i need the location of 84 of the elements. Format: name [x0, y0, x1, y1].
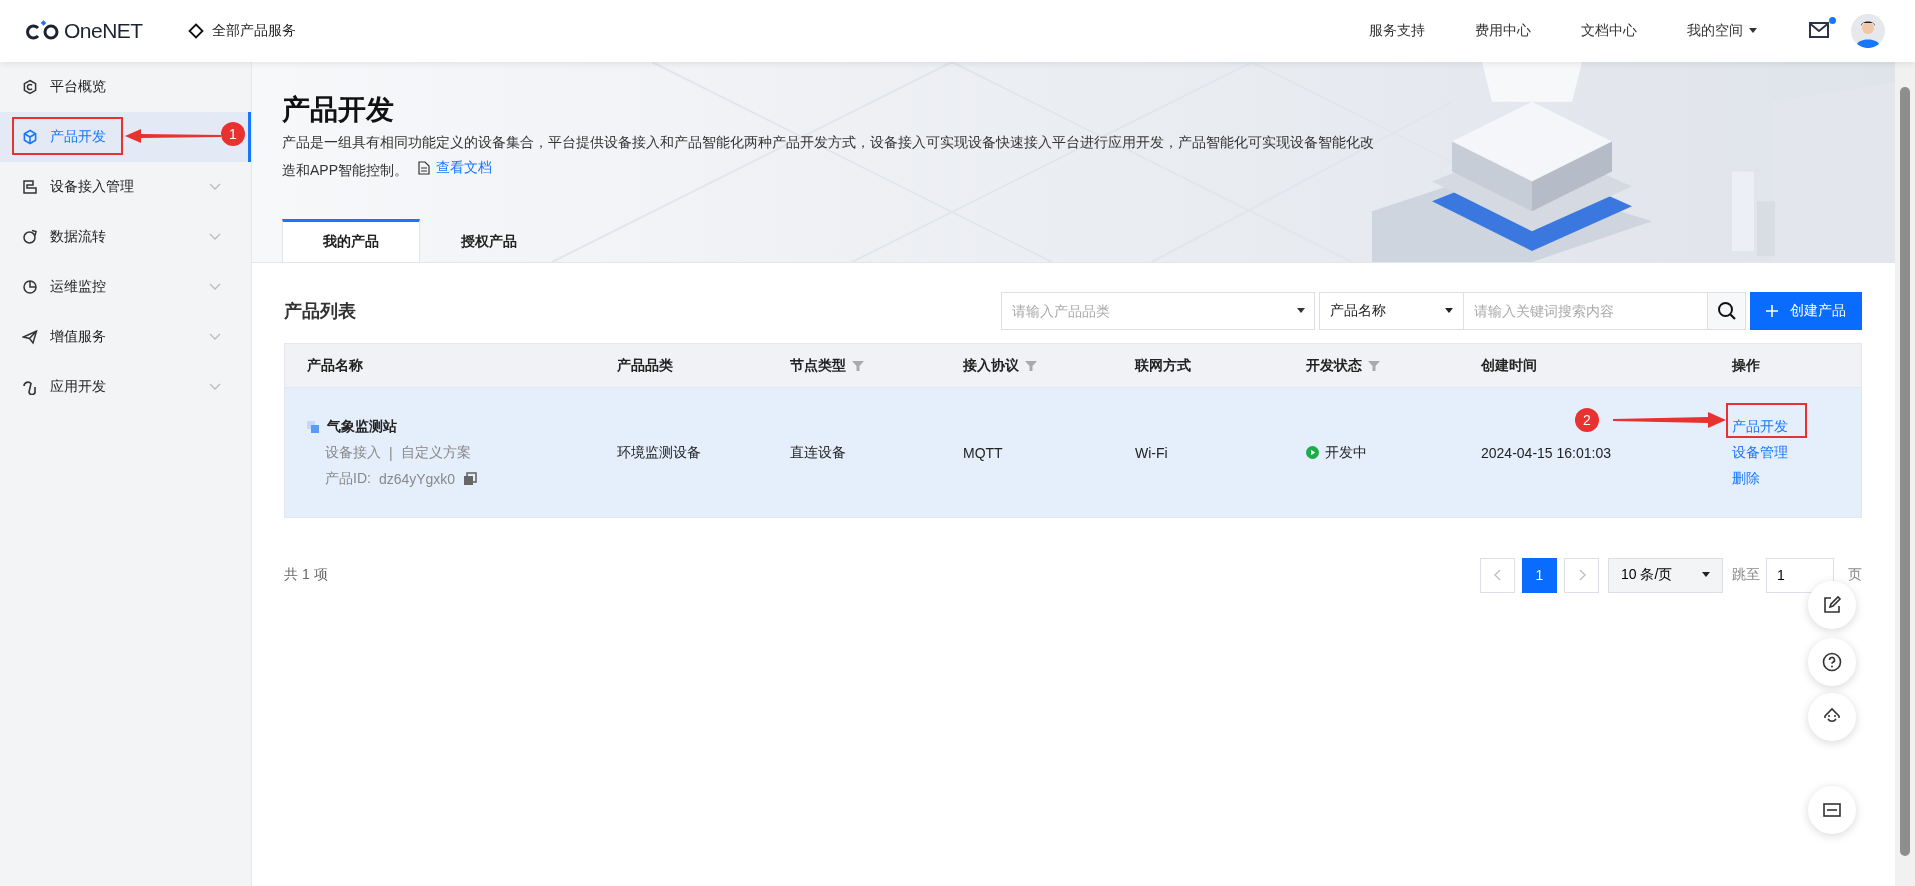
caret-icon — [1702, 572, 1710, 578]
category-field[interactable]: 请输入产品品类 — [1001, 292, 1315, 330]
product-id-label: 产品ID: — [325, 469, 371, 488]
product-icon — [307, 420, 319, 433]
column-header: 创建时间 — [1481, 356, 1537, 375]
cube-icon — [22, 129, 38, 145]
search-icon — [1716, 301, 1737, 321]
table-cell-text: Wi-Fi — [1135, 444, 1169, 461]
all-services-link[interactable]: 全部产品服务 — [211, 22, 296, 40]
table-cell-text: MQTT — [963, 444, 1004, 461]
nav-link[interactable]: 文档中心 — [1581, 22, 1637, 40]
page-label: 页 — [1848, 566, 1862, 584]
avatar[interactable] — [1851, 14, 1885, 48]
table-cell: 自定义方案 — [400, 443, 471, 462]
paper-plane-icon — [22, 329, 38, 345]
column-header: 节点类型 — [790, 356, 846, 375]
curve-icon — [22, 379, 38, 395]
logo-icon — [25, 20, 61, 42]
collapse-button[interactable] — [1808, 786, 1856, 834]
tab[interactable]: 我的产品 — [282, 219, 420, 262]
column-header: 开发状态 — [1306, 356, 1362, 375]
sidebar-item[interactable]: 平台概览 — [0, 62, 251, 112]
view-docs-link[interactable]: 查看文档 — [436, 155, 492, 180]
search-field[interactable]: 请输入关键词搜索内容 — [1464, 292, 1708, 330]
table-cell-text: 2024-04-15 16:01:03 — [1481, 444, 1612, 461]
table-cell-text: 环境监测设备 — [617, 443, 702, 462]
copy-icon[interactable] — [463, 471, 478, 486]
page-jump-field[interactable]: 1 — [1766, 557, 1834, 593]
sidebar-item[interactable]: 运维监控 — [0, 262, 251, 312]
edit-icon — [1822, 595, 1842, 615]
column-header: 联网方式 — [1135, 356, 1191, 375]
chevron-right-icon — [1577, 569, 1586, 581]
assistant-button[interactable] — [1808, 693, 1856, 741]
play-status-icon — [1306, 446, 1319, 459]
table-cell: 设备接入 — [325, 443, 381, 462]
total-count: 共 1 项 — [284, 566, 329, 584]
scrollbar-thumb[interactable] — [1900, 87, 1910, 856]
diamond-icon[interactable] — [187, 23, 204, 39]
scrollbar-track[interactable] — [1895, 62, 1915, 886]
nav-link[interactable]: 服务支持 — [1369, 22, 1425, 40]
feedback-button[interactable] — [1808, 581, 1856, 629]
caret-icon[interactable] — [1749, 28, 1757, 34]
sidebar-item[interactable]: 增值服务 — [0, 312, 251, 362]
table-cell-text: 直连设备 — [790, 443, 847, 462]
separator: | — [389, 444, 393, 461]
page-description: 产品是一组具有相同功能定义的设备集合，平台提供设备接入和产品智能化两种产品开发方式，设备接入可实现设备快速接入平台进行应用开发，产品智能化可实现设备智能化改造和APP智能控制。 查看文档 — [282, 133, 1375, 182]
column-header: 产品品类 — [617, 356, 673, 375]
pie-chart-icon — [22, 279, 38, 295]
search-button[interactable] — [1708, 292, 1746, 330]
sidebar-item[interactable]: 设备接入管理 — [0, 162, 251, 212]
mail-icon[interactable] — [1809, 22, 1829, 38]
action-link[interactable]: 设备管理 — [1732, 443, 1788, 462]
column-header: 产品名称 — [307, 356, 363, 375]
help-button[interactable] — [1808, 638, 1856, 686]
product-id: dz64yYgxk0 — [378, 470, 456, 487]
page-title: 产品开发 — [282, 93, 395, 127]
device-icon — [22, 179, 38, 195]
document-icon — [418, 160, 430, 175]
cycle-icon — [22, 229, 38, 245]
chevron-left-icon — [1493, 569, 1502, 581]
sidebar-item[interactable]: 数据流转 — [0, 212, 251, 262]
product-name[interactable]: 气象监测站 — [327, 417, 397, 436]
caret-icon — [1445, 308, 1453, 314]
column-header: 操作 — [1732, 356, 1760, 375]
minus-box-icon — [1822, 800, 1842, 820]
section-title: 产品列表 — [284, 300, 357, 323]
caret-icon[interactable] — [1297, 308, 1305, 314]
tab[interactable]: 授权产品 — [420, 219, 558, 262]
plus-icon — [1766, 305, 1778, 317]
nav-link[interactable]: 费用中心 — [1475, 22, 1531, 40]
sidebar-item[interactable]: 应用开发 — [0, 362, 251, 412]
jump-label: 跳至 — [1732, 566, 1760, 584]
action-link[interactable]: 删除 — [1732, 469, 1760, 488]
column-header: 接入协议 — [963, 356, 1019, 375]
page-button[interactable]: 1 — [1522, 557, 1557, 593]
create-product-button[interactable]: 创建产品 — [1750, 292, 1862, 330]
action-link[interactable]: 产品开发 — [1732, 417, 1788, 436]
status-text: 开发中 — [1325, 443, 1367, 462]
page-size-select[interactable]: 10 条/页 — [1608, 557, 1723, 593]
my-space-menu[interactable]: 我的空间 — [1687, 22, 1757, 40]
hexagon-icon — [22, 79, 38, 95]
search-type-select[interactable]: 产品名称 — [1319, 292, 1464, 330]
help-icon — [1822, 652, 1842, 672]
logo-text[interactable]: OneNET — [64, 19, 143, 43]
